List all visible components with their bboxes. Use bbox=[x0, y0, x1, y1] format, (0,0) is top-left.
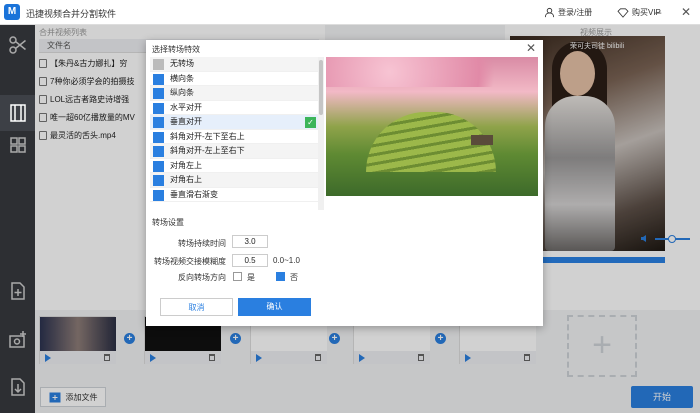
transition-item[interactable]: 斜角对开-左下至右上 bbox=[150, 130, 320, 144]
camera-add-icon[interactable] bbox=[8, 330, 28, 350]
blur-input[interactable]: 0.5 bbox=[232, 254, 268, 267]
transition-icon bbox=[153, 88, 164, 99]
transition-item[interactable]: 对角左上 bbox=[150, 159, 320, 173]
transition-icon bbox=[153, 117, 164, 128]
transition-label: 对角左上 bbox=[170, 160, 202, 170]
transition-icon bbox=[153, 73, 164, 85]
transition-dialog: 选择转场特效 ✕ 无转场 横向条 纵向条 水平对开 垂直对开 ✓ 斜角对开-左下至… bbox=[146, 40, 543, 326]
add-file-icon[interactable] bbox=[8, 281, 28, 301]
transition-icon bbox=[153, 189, 164, 201]
transition-label: 无转场 bbox=[170, 59, 194, 68]
duration-label: 转场持续时间 bbox=[178, 239, 226, 248]
user-icon bbox=[544, 7, 555, 18]
sidebar bbox=[0, 25, 35, 413]
app-title: 迅捷视频合并分割软件 bbox=[26, 9, 117, 19]
transition-icon bbox=[153, 131, 164, 143]
settings-title: 转场设置 bbox=[152, 218, 184, 227]
preview-pavilion bbox=[471, 135, 493, 145]
reverse-yes-label: 是 bbox=[247, 273, 255, 282]
transition-icon bbox=[153, 160, 164, 172]
transition-item[interactable]: 对角右上 bbox=[150, 173, 320, 188]
transition-label: 垂直对开 bbox=[170, 117, 202, 126]
transition-label: 对角右上 bbox=[170, 175, 202, 184]
transition-preview bbox=[326, 57, 538, 196]
transition-label: 垂直滑右渐变 bbox=[170, 189, 218, 199]
diamond-icon bbox=[617, 7, 629, 18]
close-window-icon[interactable]: ✕ bbox=[677, 4, 695, 20]
close-icon[interactable]: ✕ bbox=[526, 41, 536, 55]
reverse-no-label: 否 bbox=[290, 273, 298, 282]
transition-label: 横向条 bbox=[170, 73, 194, 83]
transition-icon bbox=[153, 175, 164, 186]
transition-label: 纵向条 bbox=[170, 88, 194, 97]
transition-item[interactable]: 斜角对开-左上至右下 bbox=[150, 144, 320, 159]
login-button[interactable]: 登录/注册 bbox=[544, 7, 592, 18]
none-icon bbox=[153, 59, 164, 70]
preview-blossoms bbox=[326, 57, 538, 87]
transition-item[interactable]: 水平对开 bbox=[150, 101, 320, 115]
export-file-icon[interactable] bbox=[8, 377, 28, 397]
blur-range-hint: 0.0~1.0 bbox=[273, 256, 300, 265]
cancel-button[interactable]: 取消 bbox=[160, 298, 233, 316]
confirm-button[interactable]: 确认 bbox=[238, 298, 311, 316]
film-merge-icon[interactable] bbox=[8, 103, 28, 123]
transition-item[interactable]: 横向条 bbox=[150, 72, 320, 86]
check-icon: ✓ bbox=[305, 117, 316, 128]
login-label: 登录/注册 bbox=[558, 8, 593, 17]
transition-item[interactable]: 垂直滑右渐变 bbox=[150, 188, 320, 202]
scrollbar-thumb[interactable] bbox=[319, 60, 323, 115]
title-bar: M 迅捷视频合并分割软件 登录/注册 购买VIP – ✕ bbox=[0, 0, 700, 25]
transition-icon bbox=[153, 102, 164, 114]
transition-list: 无转场 横向条 纵向条 水平对开 垂直对开 ✓ 斜角对开-左下至右上 斜角对开-左… bbox=[150, 57, 323, 210]
minimize-icon[interactable]: – bbox=[649, 4, 667, 20]
grid-icon[interactable] bbox=[8, 135, 28, 155]
reverse-yes-checkbox[interactable] bbox=[233, 272, 242, 281]
transition-item[interactable]: 无转场 bbox=[150, 57, 320, 72]
transition-label: 斜角对开-左上至右下 bbox=[170, 146, 245, 155]
transition-item[interactable]: 纵向条 bbox=[150, 86, 320, 101]
scissors-icon[interactable] bbox=[8, 35, 28, 55]
transition-icon bbox=[153, 146, 164, 157]
transition-label: 斜角对开-左下至右上 bbox=[170, 131, 245, 141]
transition-label: 水平对开 bbox=[170, 102, 202, 112]
app-logo: M bbox=[4, 4, 20, 20]
dialog-title: 选择转场特效 bbox=[152, 45, 200, 54]
duration-input[interactable]: 3.0 bbox=[232, 235, 268, 248]
reverse-no-checkbox[interactable] bbox=[276, 272, 285, 281]
reverse-label: 反向转场方向 bbox=[178, 273, 226, 282]
transition-list-scrollbar[interactable] bbox=[318, 57, 324, 210]
blur-label: 转场视频交接模糊度 bbox=[154, 257, 226, 266]
transition-item-selected[interactable]: 垂直对开 ✓ bbox=[150, 115, 320, 130]
